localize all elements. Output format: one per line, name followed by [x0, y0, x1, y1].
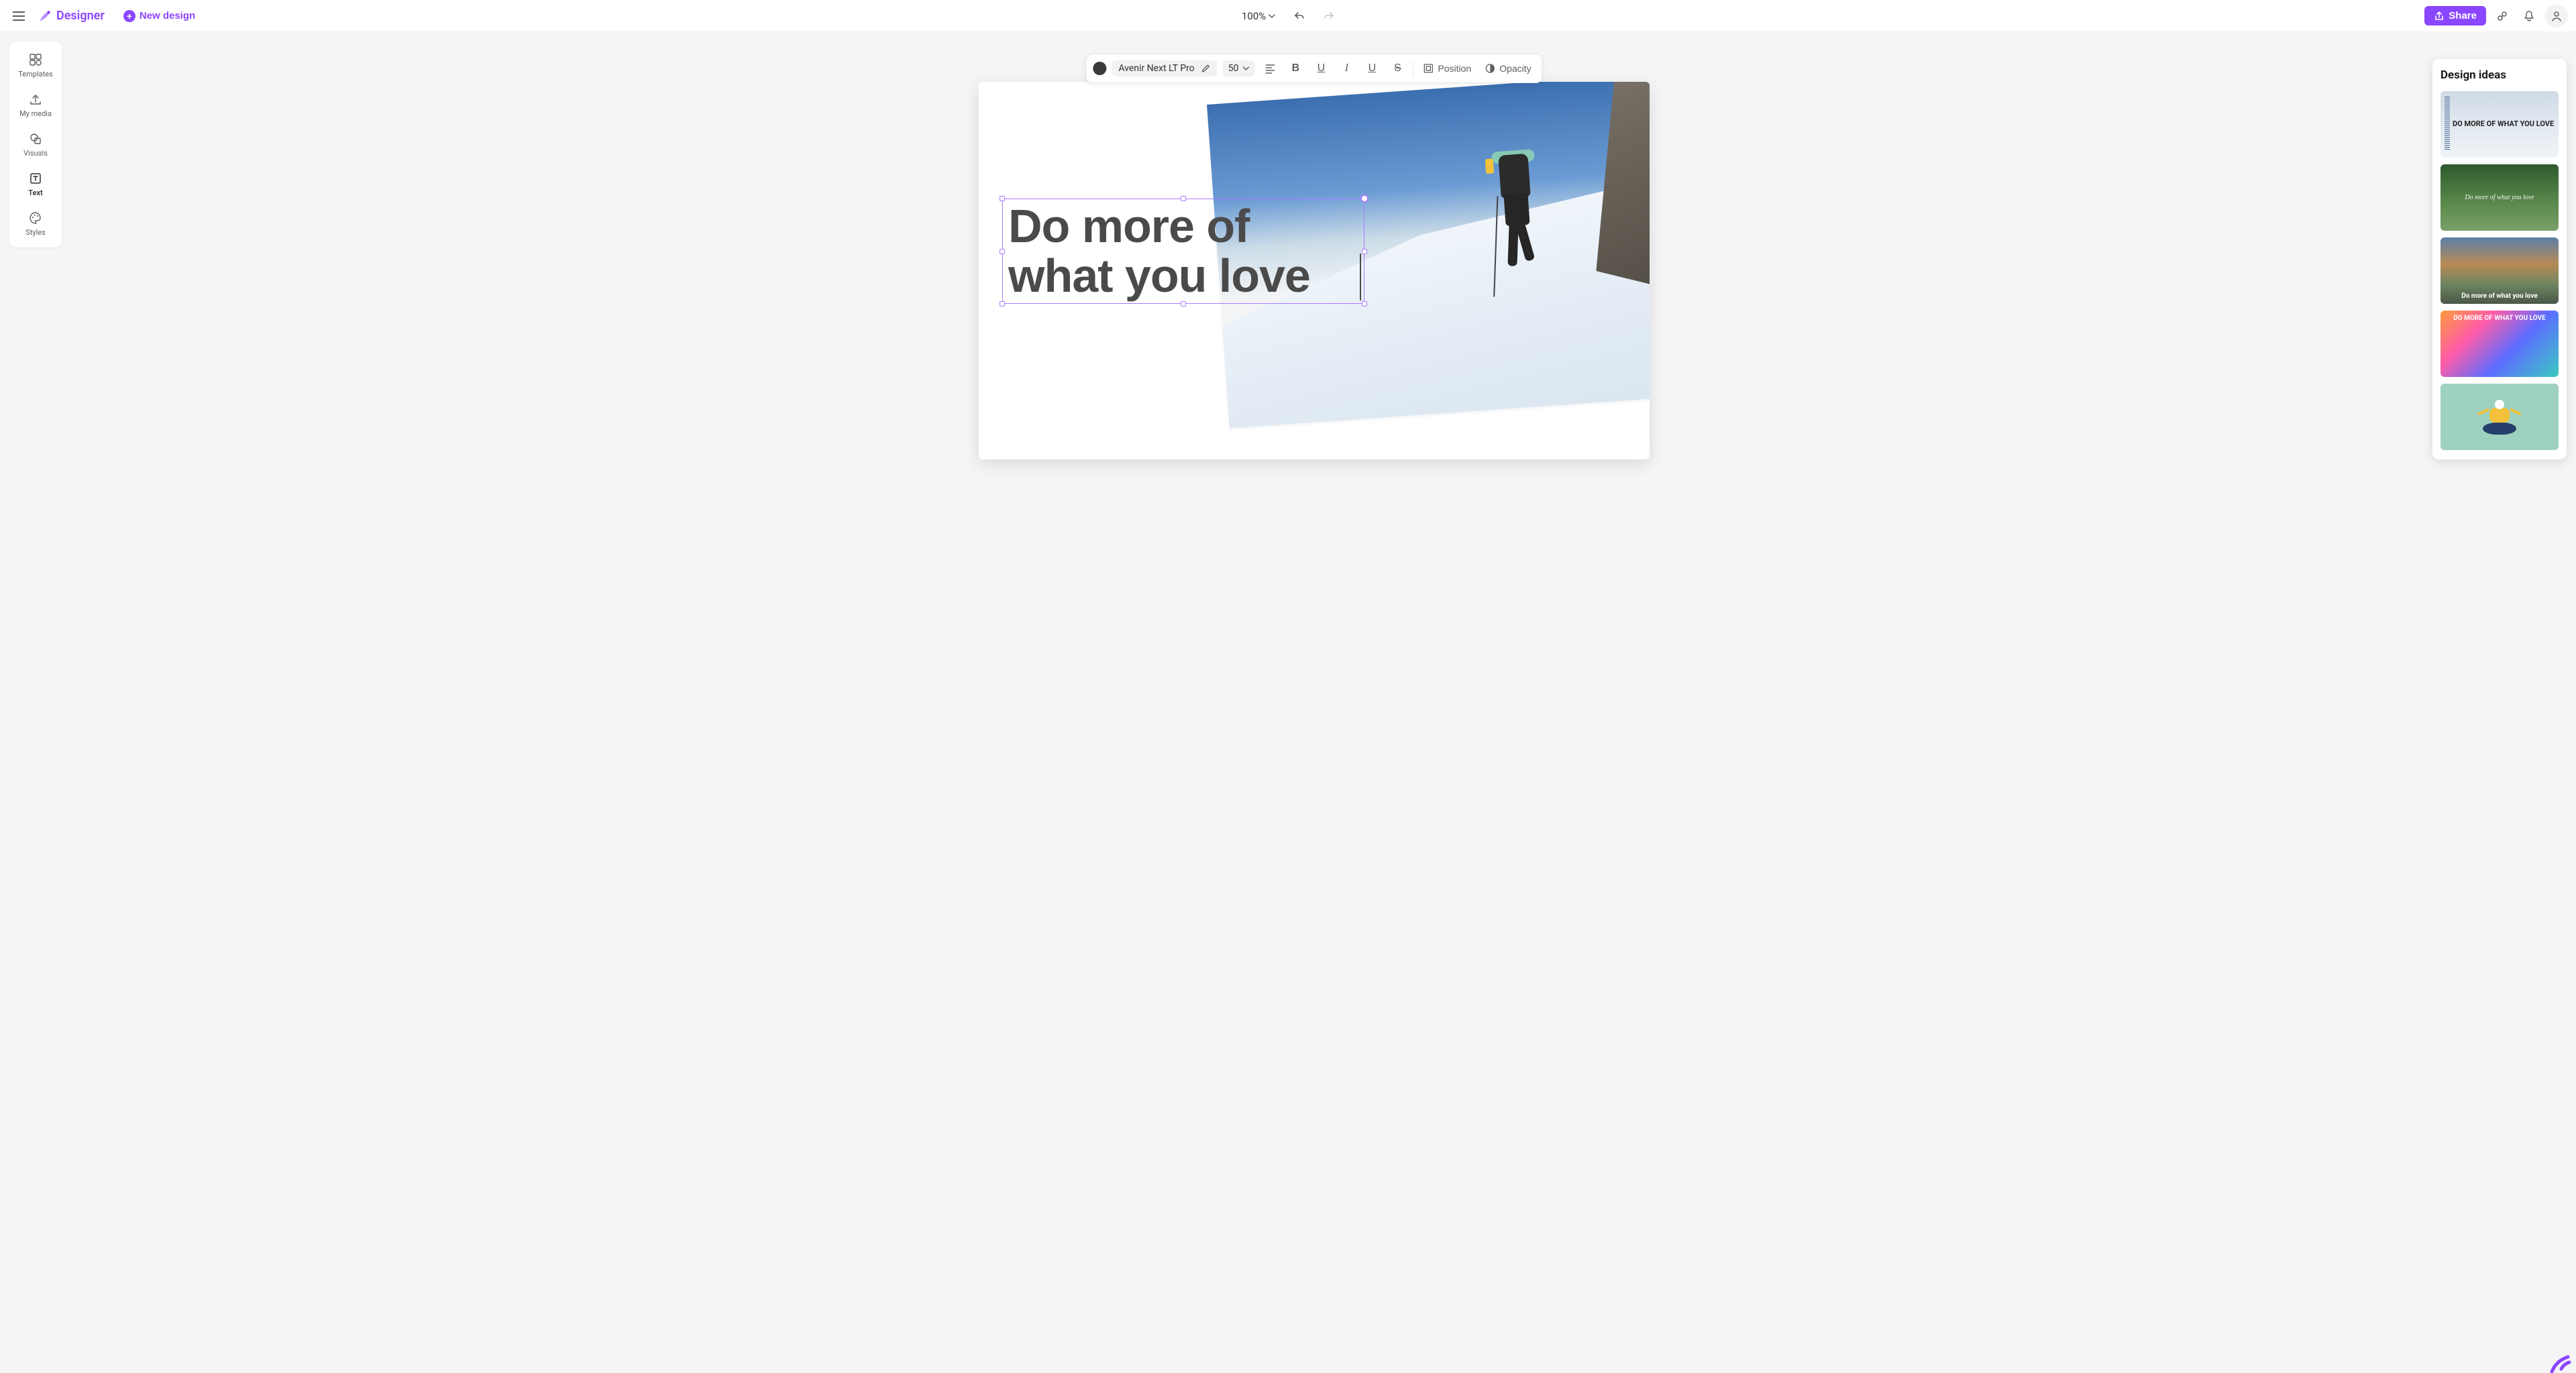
chevron-down-icon: [1269, 13, 1275, 19]
zoom-value: 100%: [1242, 10, 1266, 22]
resize-handle-bottom[interactable]: [1181, 301, 1186, 307]
canvas-area: Avenir Next LT Pro 50 B U I U: [62, 42, 2567, 1360]
design-idea-card[interactable]: DO MORE OF WHAT YOU LOVE: [2440, 311, 2559, 377]
resize-handle-right[interactable]: [1362, 249, 1367, 254]
font-size-dropdown[interactable]: 50: [1223, 60, 1255, 76]
font-size-value: 50: [1228, 63, 1239, 74]
sidebar-item-label: Text: [28, 188, 42, 197]
new-design-button[interactable]: + New design: [118, 7, 201, 25]
resize-handle-top[interactable]: [1181, 196, 1186, 201]
eyedropper-icon: [2496, 10, 2508, 22]
align-button[interactable]: [1260, 58, 1280, 78]
font-family-value: Avenir Next LT Pro: [1118, 63, 1194, 74]
new-design-label: New design: [140, 10, 195, 21]
zoom-dropdown[interactable]: 100%: [1236, 7, 1281, 25]
share-icon: [2434, 11, 2445, 21]
hiker-illustration: [1487, 153, 1548, 277]
idea-caption: DO MORE OF WHAT YOU LOVE: [2453, 120, 2554, 129]
palette-icon: [28, 211, 43, 225]
brand-icon: [38, 9, 52, 23]
text-format-toolbar: Avenir Next LT Pro 50 B U I U: [1085, 54, 1542, 83]
share-button[interactable]: Share: [2424, 6, 2486, 25]
design-ideas-title: Design ideas: [2440, 68, 2559, 82]
opacity-icon: [1485, 63, 1495, 74]
text-color-swatch[interactable]: [1093, 62, 1106, 75]
text-icon: [28, 171, 43, 186]
selected-text-element[interactable]: Do more of what you love: [1002, 199, 1364, 304]
brand-label: Designer: [56, 9, 105, 23]
meditation-illustration: [2480, 400, 2519, 435]
resize-handle-bottom-right[interactable]: [1362, 301, 1367, 307]
underline-2-button[interactable]: U: [1362, 58, 1382, 78]
sidebar-item-styles[interactable]: Styles: [9, 205, 62, 242]
undo-icon: [1293, 10, 1305, 22]
bold-button[interactable]: B: [1285, 58, 1305, 78]
menu-button[interactable]: [8, 5, 30, 27]
shapes-icon: [28, 131, 43, 146]
notifications-button[interactable]: [2518, 5, 2540, 27]
headline-text[interactable]: Do more of what you love: [1008, 202, 1358, 300]
strikethrough-icon: S: [1394, 62, 1401, 74]
bell-icon: [2523, 10, 2535, 22]
position-label: Position: [1438, 63, 1471, 74]
opacity-label: Opacity: [1499, 63, 1531, 74]
sidebar-item-label: Styles: [25, 228, 46, 237]
design-idea-card[interactable]: Do more of what you love: [2440, 164, 2559, 231]
share-label: Share: [2449, 10, 2477, 21]
redo-button[interactable]: [1318, 5, 1340, 27]
font-family-dropdown[interactable]: Avenir Next LT Pro: [1112, 60, 1217, 76]
text-caret: [1360, 254, 1361, 300]
brand: Designer: [38, 9, 105, 23]
opacity-button[interactable]: Opacity: [1481, 60, 1535, 76]
underline-button[interactable]: U: [1311, 58, 1331, 78]
design-ideas-panel: Design ideas DO MORE OF WHAT YOU LOVE Do…: [2432, 59, 2567, 459]
idea-caption: Do more of what you love: [2461, 292, 2538, 300]
undo-button[interactable]: [1289, 5, 1310, 27]
sidebar-item-my-media[interactable]: My media: [9, 87, 62, 123]
position-icon: [1423, 63, 1434, 74]
resize-handle-bottom-left[interactable]: [1000, 301, 1005, 307]
sidebar-item-visuals[interactable]: Visuals: [9, 126, 62, 163]
design-idea-card[interactable]: DO MORE OF WHAT YOU LOVE: [2440, 91, 2559, 158]
italic-icon: I: [1345, 62, 1348, 74]
top-bar: Designer + New design 100% Share: [0, 0, 2576, 32]
position-button[interactable]: Position: [1419, 60, 1475, 76]
sidebar-item-templates[interactable]: Templates: [9, 47, 62, 84]
pencil-icon: [1201, 64, 1211, 73]
bold-icon: B: [1292, 62, 1300, 74]
upload-icon: [28, 92, 43, 107]
sidebar-item-label: My media: [19, 109, 52, 118]
underline-icon: U: [1318, 62, 1326, 74]
align-left-icon: [1265, 63, 1275, 74]
sidebar-item-text[interactable]: Text: [9, 166, 62, 203]
underline-icon: U: [1368, 62, 1377, 74]
user-icon: [2551, 10, 2563, 22]
italic-button[interactable]: I: [1336, 58, 1356, 78]
idea-caption: Do more of what you love: [2465, 194, 2534, 201]
resize-handle-top-left[interactable]: [1000, 196, 1005, 201]
strikethrough-button[interactable]: S: [1387, 58, 1407, 78]
color-picker-button[interactable]: [2491, 5, 2513, 27]
design-idea-card[interactable]: Do more of what you love: [2440, 237, 2559, 304]
left-sidebar: Templates My media Visuals Text Styles: [9, 42, 62, 248]
resize-handle-left[interactable]: [1000, 249, 1005, 254]
main-area: Templates My media Visuals Text Styles: [0, 32, 2576, 1369]
templates-icon: [28, 52, 43, 67]
sidebar-item-label: Visuals: [23, 149, 48, 158]
sidebar-item-label: Templates: [18, 70, 52, 78]
design-idea-card[interactable]: [2440, 384, 2559, 450]
design-canvas[interactable]: Do more of what you love: [979, 82, 1650, 459]
account-button[interactable]: [2545, 5, 2568, 28]
hamburger-icon: [13, 11, 25, 21]
redo-icon: [1323, 10, 1335, 22]
idea-caption: DO MORE OF WHAT YOU LOVE: [2453, 315, 2545, 322]
chevron-down-icon: [1242, 65, 1249, 72]
plus-icon: +: [123, 10, 136, 22]
